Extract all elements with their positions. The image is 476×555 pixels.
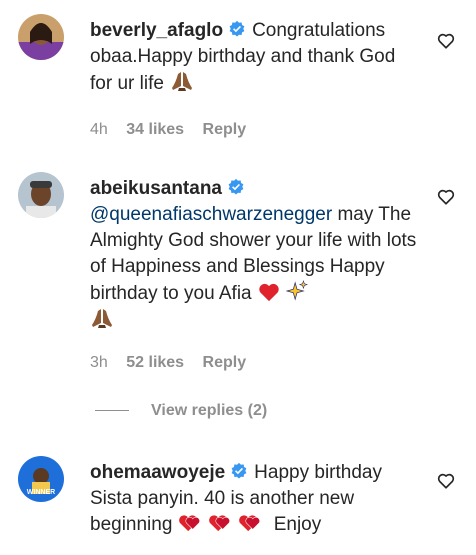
avatar-ohemaawoyeje[interactable]: WINNER [18, 456, 64, 502]
red-heart-icon [258, 283, 279, 302]
reply-button[interactable]: Reply [203, 354, 247, 371]
comment-meta-1: 4h 34 likes Reply [90, 121, 260, 139]
verified-badge-icon [229, 20, 245, 37]
comment-likes[interactable]: 52 likes [126, 354, 184, 371]
reply-button[interactable]: Reply [203, 121, 247, 138]
comment-likes[interactable]: 34 likes [126, 121, 184, 138]
heart-exclamation-icon [209, 515, 231, 532]
divider-line [95, 410, 129, 412]
comment-body-end: Enjoy [273, 514, 322, 535]
folded-hands-icon [171, 72, 192, 91]
comment-text-2: abeikusantana @queenafiaschwarzenegger m… [90, 176, 420, 334]
comment-time: 3h [90, 354, 108, 371]
heart-outline-icon[interactable] [437, 188, 455, 206]
comment-meta-2: 3h 52 likes Reply [90, 354, 260, 372]
folded-hands-icon [92, 309, 112, 328]
comment-username[interactable]: beverly_afaglo [90, 20, 223, 41]
view-replies-button[interactable]: View replies (2) [95, 402, 267, 420]
heart-exclamation-icon [239, 515, 261, 532]
comment-username[interactable]: ohemaawoyeje [90, 462, 225, 483]
avatar-beverly-afaglo[interactable] [18, 14, 64, 60]
view-replies-label: View replies (2) [151, 402, 268, 419]
heart-outline-icon[interactable] [437, 32, 455, 50]
verified-badge-icon [231, 462, 247, 479]
heart-outline-icon[interactable] [437, 472, 455, 490]
comment-text-3: ohemaawoyeje Happy birthday Sista panyin.… [90, 460, 420, 538]
verified-badge-icon [228, 178, 244, 195]
comment-time: 4h [90, 121, 108, 138]
mention-link[interactable]: @queenafiaschwarzenegger [90, 204, 332, 225]
comment-username[interactable]: abeikusantana [90, 178, 222, 199]
comment-text-1: beverly_afaglo Congratulations obaa.Happy… [90, 18, 420, 97]
heart-exclamation-icon [179, 515, 201, 532]
avatar-badge-text: WINNER [27, 489, 55, 496]
avatar-abeikusantana[interactable] [18, 172, 64, 218]
sparkles-icon [285, 280, 308, 301]
